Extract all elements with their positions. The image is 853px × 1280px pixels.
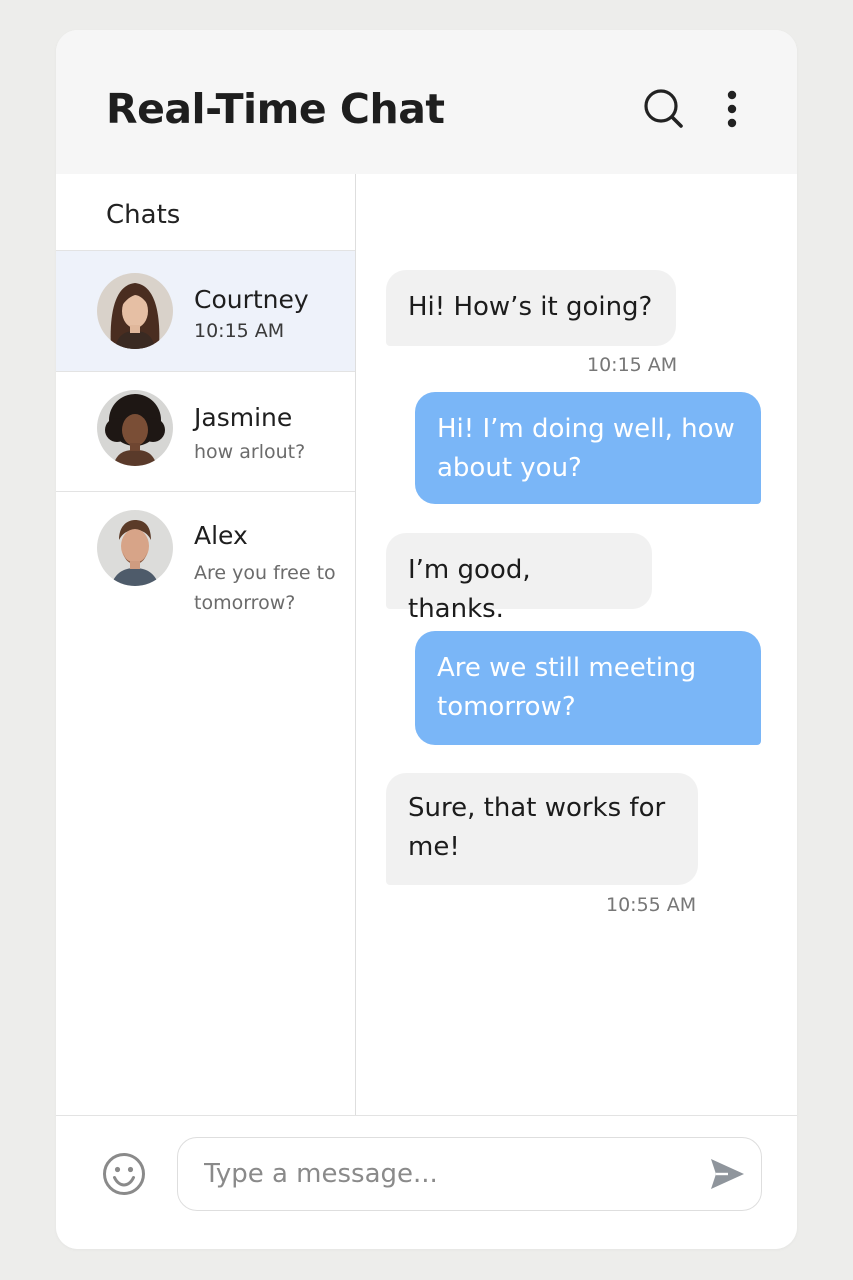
more-options-button[interactable]: [714, 86, 758, 132]
avatar: [97, 390, 173, 466]
chat-last-time: 10:15 AM: [194, 320, 285, 342]
sidebar-title: Chats: [106, 200, 181, 230]
more-vertical-icon: [727, 90, 737, 128]
chat-name: Courtney: [194, 285, 309, 314]
chat-list-sidebar: Chats Courtney 10:15 AM Jasmine how arlo…: [56, 174, 356, 1115]
message-bubble-incoming: Sure, that works for me!: [386, 773, 698, 885]
search-icon: [644, 89, 683, 128]
emoji-icon: [103, 1153, 145, 1195]
message-bubble-outgoing: Are we still meeting tomorrow?: [415, 631, 761, 745]
chat-last-message: how arlout?: [194, 441, 306, 463]
app-header: Real-Time Chat: [56, 30, 797, 174]
app-title: Real-Time Chat: [106, 85, 445, 133]
emoji-button[interactable]: [101, 1151, 147, 1197]
message-bubble-incoming: Hi! How’s it going?: [386, 270, 676, 346]
chat-name: Jasmine: [194, 403, 293, 432]
message-time: 10:15 AM: [587, 354, 678, 376]
avatar: [97, 510, 173, 586]
chat-item-courtney[interactable]: Courtney 10:15 AM: [56, 251, 355, 372]
send-button[interactable]: [708, 1156, 746, 1192]
chat-name: Alex: [194, 521, 248, 550]
message-time: 10:55 AM: [606, 894, 697, 916]
send-icon: [711, 1159, 744, 1189]
message-thread: Hi! How’s it going? 10:15 AM Hi! I’m doi…: [356, 174, 797, 1115]
message-bubble-incoming: I’m good, thanks.: [386, 533, 652, 624]
chat-last-message: Are you free to tomorrow?: [194, 562, 336, 614]
chat-item-jasmine[interactable]: Jasmine how arlout?: [56, 372, 355, 492]
message-bubble-outgoing: Hi! I’m doing well, how about you?: [415, 392, 761, 504]
chat-item-alex[interactable]: Alex Are you free to tomorrow?: [56, 492, 355, 632]
message-input[interactable]: [177, 1137, 762, 1211]
message-composer: [56, 1115, 797, 1249]
chat-app-window: Real-Time Chat Chats Courtney 10:15 AM J…: [56, 30, 797, 1249]
search-button[interactable]: [642, 86, 686, 132]
avatar: [97, 273, 173, 349]
